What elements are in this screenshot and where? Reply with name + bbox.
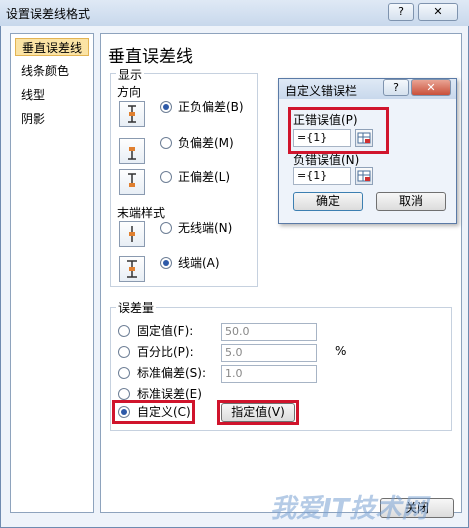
direction-plus-radio[interactable] [160, 171, 172, 183]
direction-both-radio[interactable] [160, 101, 172, 113]
std-dev-input[interactable]: 1.0 [221, 365, 317, 383]
positive-error-label: 正错误值(P) [293, 113, 358, 127]
dialog-title: 设置误差线格式 [6, 7, 91, 21]
nav-item-line-color[interactable]: 线条颜色 [15, 62, 89, 80]
end-style-label: 末端样式 [117, 206, 166, 220]
nav-item-shadow[interactable]: 阴影 [15, 110, 89, 128]
category-list: 垂直误差线 线条颜色 线型 阴影 [10, 33, 94, 513]
std-dev-radio[interactable] [118, 367, 130, 379]
percentage-input[interactable]: 5.0 [221, 344, 317, 362]
nav-item-line-style[interactable]: 线型 [15, 86, 89, 104]
direction-minus-label[interactable]: 负偏差(M) [178, 134, 234, 151]
cap-radio[interactable] [160, 257, 172, 269]
cancel-button[interactable]: 取消 [376, 192, 446, 211]
custom-radio[interactable] [118, 406, 130, 418]
panel-heading: 垂直误差线 [108, 47, 193, 67]
direction-label: 方向 [117, 85, 142, 99]
negative-error-input[interactable]: ={1} [293, 167, 351, 185]
negative-range-select-icon[interactable] [355, 167, 373, 185]
negative-error-label: 负错误值(N) [293, 153, 360, 167]
both-direction-icon [119, 101, 145, 127]
nav-item-vertical-error-bars[interactable]: 垂直误差线 [15, 38, 89, 56]
cap-icon [119, 256, 145, 282]
popup-close-button[interactable]: ✕ [411, 79, 451, 96]
no-cap-radio[interactable] [160, 222, 172, 234]
minus-direction-icon [119, 138, 145, 164]
popup-title: 自定义错误栏 [285, 84, 358, 98]
fixed-value-input[interactable]: 50.0 [221, 323, 317, 341]
help-button[interactable]: ? [388, 3, 414, 21]
cap-label[interactable]: 线端(A) [178, 254, 220, 271]
direction-minus-radio[interactable] [160, 137, 172, 149]
ok-button[interactable]: 确定 [293, 192, 363, 211]
error-amount-legend: 误差量 [116, 299, 157, 316]
std-error-radio[interactable] [118, 388, 130, 400]
plus-direction-icon [119, 169, 145, 195]
percentage-radio[interactable] [118, 346, 130, 358]
site-watermark: 我爱IT技术网 [270, 494, 428, 524]
percentage-label[interactable]: 百分比(P): [137, 343, 194, 360]
custom-label[interactable]: 自定义(C) [137, 403, 191, 420]
fixed-value-radio[interactable] [118, 325, 130, 337]
specify-value-button[interactable]: 指定值(V) [221, 403, 295, 422]
popup-help-button[interactable]: ? [383, 79, 409, 96]
positive-error-input[interactable]: ={1} [293, 129, 351, 147]
close-window-button[interactable]: ✕ [418, 3, 458, 21]
display-legend: 显示 [116, 66, 145, 83]
no-cap-label[interactable]: 无线端(N) [178, 219, 232, 236]
positive-range-select-icon[interactable] [355, 129, 373, 147]
fixed-value-label[interactable]: 固定值(F): [137, 322, 193, 339]
custom-error-bars-dialog: 自定义错误栏 ? ✕ 正错误值(P) ={1} 负错误值(N) ={1} 确定 … [278, 78, 457, 224]
percent-unit: % [335, 344, 347, 358]
direction-both-label[interactable]: 正负偏差(B) [178, 98, 244, 115]
direction-plus-label[interactable]: 正偏差(L) [178, 168, 230, 185]
std-dev-label[interactable]: 标准偏差(S): [137, 364, 206, 381]
no-cap-icon [119, 221, 145, 247]
